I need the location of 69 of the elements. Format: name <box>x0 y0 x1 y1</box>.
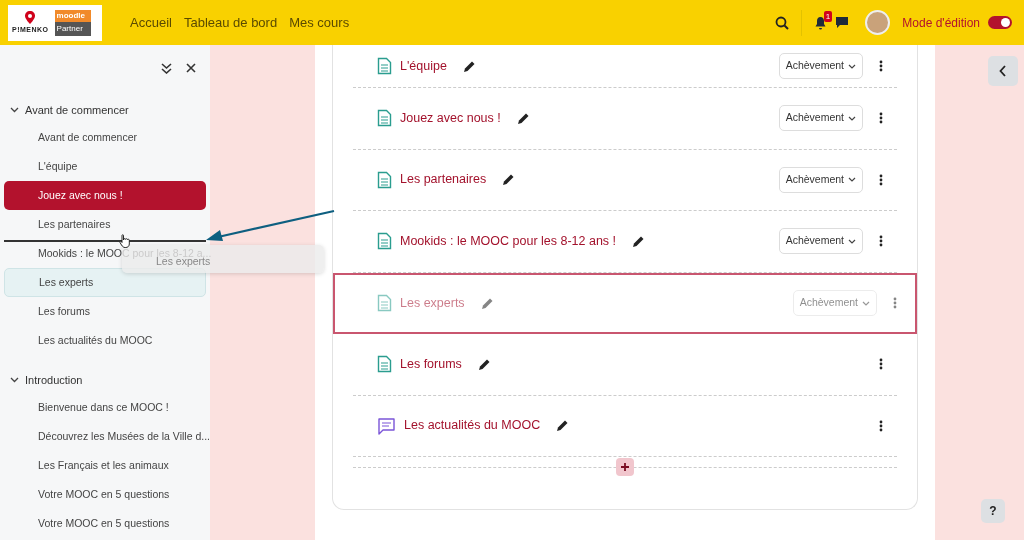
document-icon <box>377 109 392 128</box>
more-icon[interactable] <box>879 235 883 248</box>
sidebar-item[interactable]: Les Français et les animaux <box>4 451 206 480</box>
close-icon[interactable] <box>186 63 196 73</box>
nav-link[interactable]: Mes cours <box>289 12 350 33</box>
nav-link[interactable]: Tableau de bord <box>183 12 278 33</box>
chat-icon[interactable] <box>835 16 850 29</box>
sidebar-item[interactable]: Jouez avec nous ! <box>4 181 206 210</box>
edit-mode-toggle[interactable] <box>988 16 1012 29</box>
sidebar-item[interactable]: Avant de commencer <box>4 123 206 152</box>
add-activity-button[interactable] <box>616 458 634 476</box>
activity-link[interactable]: Jouez avec nous ! <box>400 108 501 128</box>
bell-icon[interactable] <box>814 15 828 30</box>
activity-link[interactable]: L'équipe <box>400 56 447 76</box>
activity-link[interactable]: Mookids : le MOOC pour les 8-12 ans ! <box>400 231 617 251</box>
completion-dropdown[interactable]: Achèvement <box>778 228 863 255</box>
completion-dropdown[interactable]: Achèvement <box>778 105 863 132</box>
activity-link[interactable]: Les partenaires <box>400 170 487 190</box>
section-heading[interactable]: Introduction <box>0 367 210 393</box>
more-icon[interactable] <box>879 60 883 72</box>
more-icon[interactable] <box>879 112 883 125</box>
pencil-icon[interactable] <box>632 234 646 248</box>
chevron-left-icon <box>999 65 1007 77</box>
map-pin-icon <box>24 9 37 25</box>
document-icon <box>377 294 392 313</box>
document-icon <box>377 170 392 189</box>
chevron-down-icon <box>862 300 870 306</box>
notification-count: 1 <box>823 10 833 22</box>
pencil-icon[interactable] <box>556 419 570 433</box>
chevron-down-icon <box>848 63 856 69</box>
document-icon <box>377 355 392 374</box>
hand-cursor-icon <box>119 234 130 248</box>
pencil-icon[interactable] <box>477 357 491 371</box>
more-icon[interactable] <box>879 358 883 371</box>
pencil-icon[interactable] <box>516 111 530 125</box>
chevron-down-icon <box>848 115 856 121</box>
sidebar-item[interactable]: Les actualités du MOOC <box>4 326 206 355</box>
double-chevron-icon[interactable] <box>161 62 172 74</box>
more-icon[interactable] <box>879 419 883 432</box>
pencil-icon[interactable] <box>502 173 516 187</box>
pencil-icon[interactable] <box>462 59 476 73</box>
chevron-down-icon <box>10 377 19 383</box>
plus-icon <box>620 462 630 472</box>
sidebar-item[interactable]: L'équipe <box>4 152 206 181</box>
completion-dropdown[interactable]: Achèvement <box>778 166 863 193</box>
more-icon[interactable] <box>879 173 883 186</box>
edit-mode-label: Mode d'édition <box>902 14 980 32</box>
section-title: Avant de commencer <box>25 102 129 118</box>
section-heading[interactable]: Avant de commencer <box>0 97 210 123</box>
help-button[interactable]: ? <box>981 499 1005 523</box>
document-icon <box>377 57 392 75</box>
nav-link[interactable]: Accueil <box>130 12 172 33</box>
chat-bubble-icon <box>377 416 396 435</box>
section-title: Introduction <box>25 372 83 388</box>
activity-link[interactable]: Les forums <box>400 354 462 374</box>
sidebar-item[interactable]: Votre MOOC en 5 questions <box>4 509 206 538</box>
sidebar-item[interactable]: Les forums <box>4 297 206 326</box>
document-icon <box>377 232 392 251</box>
completion-dropdown[interactable]: Achèvement <box>778 53 863 79</box>
sidebar-item[interactable]: Bienvenue dans ce MOOC ! <box>4 393 206 422</box>
chevron-down-icon <box>848 238 856 244</box>
sidebar-item[interactable]: Les experts <box>4 268 206 297</box>
chevron-down-icon <box>10 107 19 113</box>
chevron-down-icon <box>848 177 856 183</box>
activity-link[interactable]: Les actualités du MOOC <box>404 416 541 436</box>
search-icon[interactable] <box>775 15 790 30</box>
sidebar-item[interactable]: Votre MOOC en 5 questions <box>4 480 206 509</box>
sidebar-item[interactable]: Les partenaires <box>4 210 206 239</box>
open-drawer-button[interactable] <box>988 56 1018 86</box>
